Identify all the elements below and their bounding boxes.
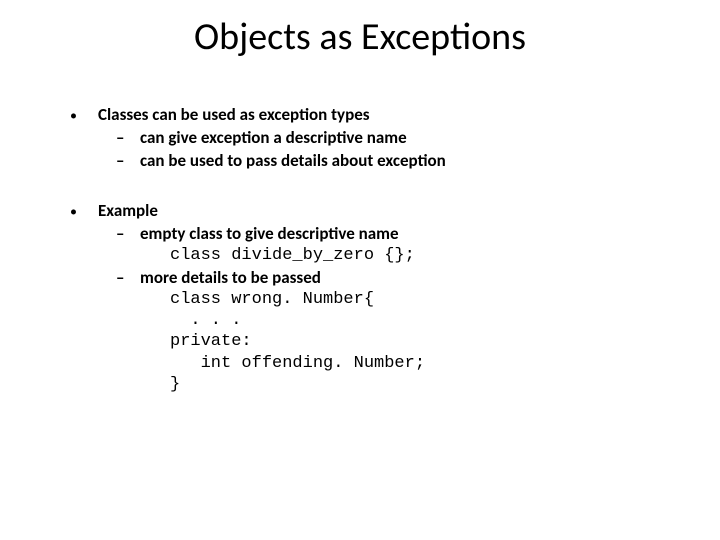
bullet-2-text: Example — [98, 200, 650, 221]
dash-icon: – — [116, 223, 140, 244]
slide-body: • Classes can be used as exception types… — [70, 104, 650, 395]
code-line-2b: . . . — [170, 310, 650, 331]
slide: Objects as Exceptions • Classes can be u… — [0, 0, 720, 540]
dash-icon: – — [116, 267, 140, 288]
bullet-2-sub-2-text: more details to be passed — [140, 267, 650, 288]
dash-icon: – — [116, 150, 140, 171]
code-line-2d: int offending. Number; — [170, 353, 650, 374]
code-line-2e: } — [170, 374, 650, 395]
bullet-1-sub-2: – can be used to pass details about exce… — [116, 150, 650, 171]
dash-icon: – — [116, 127, 140, 148]
bullet-1-sub-1: – can give exception a descriptive name — [116, 127, 650, 148]
code-line-2a: class wrong. Number{ — [170, 289, 650, 310]
spacer — [70, 172, 650, 200]
code-line-2c: private: — [170, 331, 650, 352]
code-line-1: class divide_by_zero {}; — [170, 245, 650, 266]
bullet-1-text: Classes can be used as exception types — [98, 104, 650, 125]
bullet-2-sub-1-text: empty class to give descriptive name — [140, 223, 650, 244]
bullet-1: • Classes can be used as exception types — [70, 104, 650, 125]
bullet-2-sub-1: – empty class to give descriptive name — [116, 223, 650, 244]
bullet-1-sub-1-text: can give exception a descriptive name — [140, 127, 650, 148]
bullet-2: • Example — [70, 200, 650, 221]
bullet-2-sub-2: – more details to be passed — [116, 267, 650, 288]
bullet-dot-icon: • — [70, 200, 98, 221]
slide-title: Objects as Exceptions — [0, 14, 720, 60]
bullet-dot-icon: • — [70, 104, 98, 125]
bullet-1-sub-2-text: can be used to pass details about except… — [140, 150, 650, 171]
